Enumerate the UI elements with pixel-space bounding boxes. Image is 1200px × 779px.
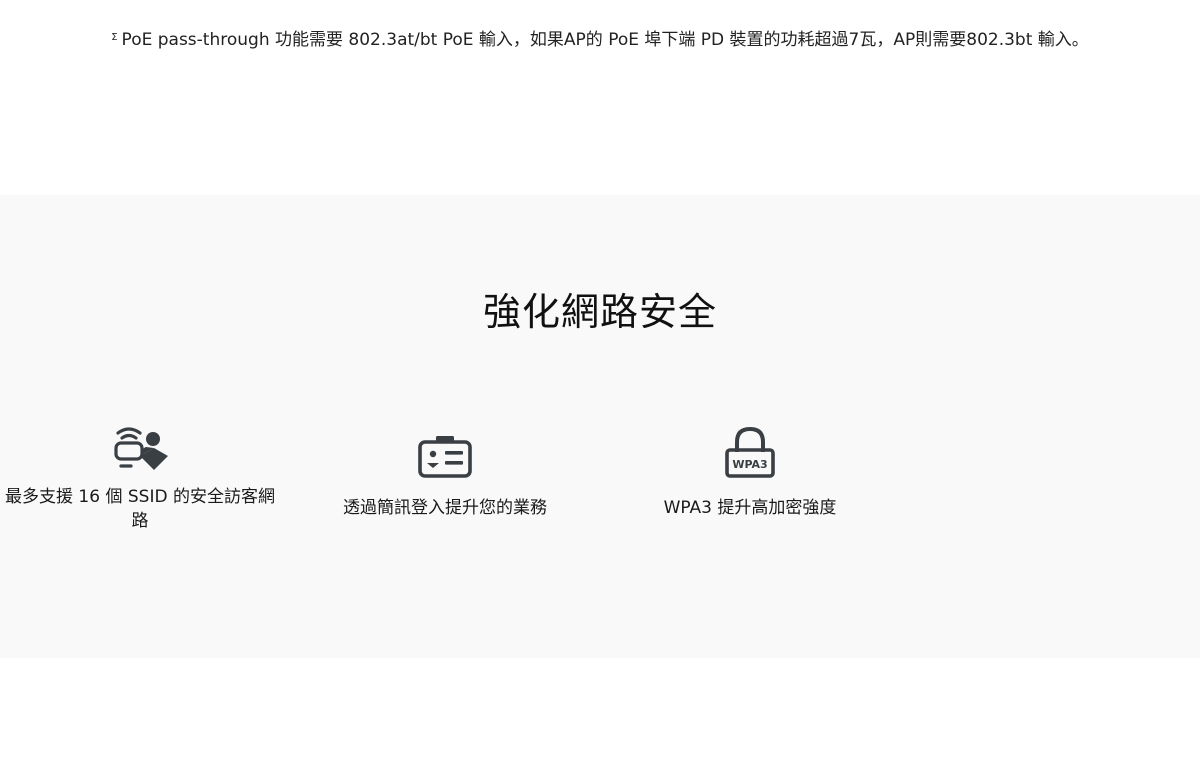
feature-sms-login: 透過簡訊登入提升您的業務 xyxy=(305,420,585,520)
feature-label: 最多支援 16 個 SSID 的安全訪客網路 xyxy=(5,487,275,531)
feature-label: 透過簡訊登入提升您的業務 xyxy=(343,498,547,518)
feature-guest-ssid: 最多支援 16 個 SSID 的安全訪客網路 xyxy=(0,420,280,533)
wifi-guest-shield-icon xyxy=(114,427,168,470)
padlock-icon-text: WPA3 xyxy=(732,458,767,471)
footnote: Σ PoE pass-through 功能需要 802.3at/bt PoE 輸入… xyxy=(0,28,1200,52)
padlock-icon: WPA3 xyxy=(725,426,775,478)
id-card-icon xyxy=(418,436,472,478)
section-title: 強化網路安全 xyxy=(482,290,717,334)
feature-wpa3: WPA3 WPA3 提升高加密強度 xyxy=(610,420,890,520)
page: Σ PoE pass-through 功能需要 802.3at/bt PoE 輸入… xyxy=(0,0,1200,779)
footnote-text: PoE pass-through 功能需要 802.3at/bt PoE 輸入，… xyxy=(121,30,1089,50)
footnote-marker: Σ xyxy=(111,32,118,43)
feature-label: WPA3 提升高加密強度 xyxy=(663,498,837,518)
